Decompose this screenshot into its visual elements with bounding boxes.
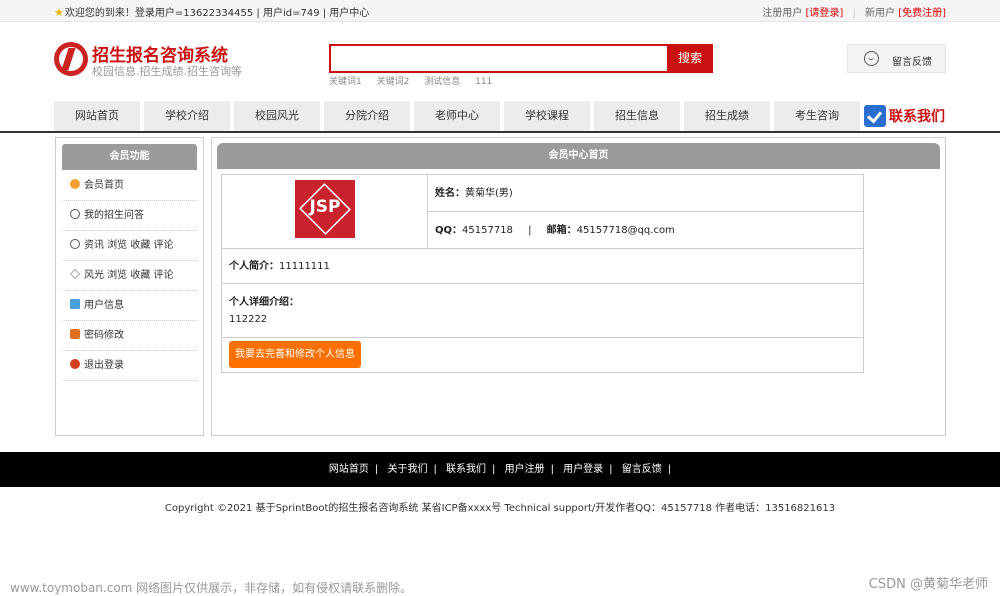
sidebar-item-change-password[interactable]: 密码修改 <box>62 321 197 351</box>
nav-item-courses[interactable]: 学校课程 <box>504 101 592 131</box>
sidebar-item-label: 密码修改 <box>84 330 124 341</box>
nav-item-admission-scores[interactable]: 招生成绩 <box>684 101 772 131</box>
clock-icon <box>70 209 80 219</box>
sidebar-item-news-activity[interactable]: 资讯 浏览 收藏 评论 <box>62 231 197 261</box>
detail-row: 个人详细介绍： 112222 <box>222 284 863 338</box>
sidebar-item-label: 我的招生问答 <box>84 210 144 221</box>
star-icon <box>70 269 80 279</box>
clock-icon <box>70 239 80 249</box>
lock-icon <box>70 329 80 339</box>
sidebar-item-label: 退出登录 <box>84 360 124 371</box>
divider: | <box>492 464 496 475</box>
hot-word[interactable]: 测试信息 <box>424 77 460 87</box>
nav-item-consult[interactable]: 考生咨询 <box>774 101 862 131</box>
nav-item-teachers[interactable]: 老师中心 <box>414 101 502 131</box>
contact-row: QQ：45157718 | 邮箱：45157718@qq.com <box>428 212 863 249</box>
hot-word[interactable]: 关键词1 <box>329 77 362 87</box>
account-links: 注册用户 [请登录] | 新用户 [免费注册] <box>762 4 946 19</box>
nav-item-school-intro[interactable]: 学校介绍 <box>144 101 232 131</box>
hot-word[interactable]: 111 <box>475 77 492 87</box>
divider: | <box>550 464 554 475</box>
search-button[interactable]: 搜索 <box>667 44 713 73</box>
new-user-prefix: 新用户 <box>865 8 895 19</box>
home-icon <box>70 179 80 189</box>
feedback-button[interactable]: 留言反馈 <box>847 44 946 73</box>
nav-item-campus-scenery[interactable]: 校园风光 <box>234 101 322 131</box>
footer-link-home[interactable]: 网站首页 <box>329 464 369 475</box>
sidebar-item-my-qa[interactable]: 我的招生问答 <box>62 201 197 231</box>
divider: | <box>528 225 532 236</box>
name-label: 姓名： <box>435 188 465 199</box>
site-subtitle: 校园信息.招生成绩.招生咨询等 <box>92 65 242 78</box>
panel-title: 会员中心首页 <box>217 143 940 169</box>
divider: | <box>609 464 613 475</box>
avatar: JSP <box>295 180 355 238</box>
footer-link-about[interactable]: 关于我们 <box>387 464 427 475</box>
login-link[interactable]: [请登录] <box>805 8 843 19</box>
footer-link-login[interactable]: 用户登录 <box>563 464 603 475</box>
footer-link-contact[interactable]: 联系我们 <box>446 464 486 475</box>
copyright-text: Copyright ©2021 基于SprintBoot的招生报名咨询系统 某省… <box>164 503 836 514</box>
power-icon <box>70 359 80 369</box>
sidebar-item-label: 资讯 浏览 收藏 评论 <box>84 240 174 251</box>
free-register-link[interactable]: [免费注册] <box>898 8 946 19</box>
sidebar-item-label: 会员首页 <box>84 180 124 191</box>
hot-word[interactable]: 关键词2 <box>377 77 410 87</box>
sidebar-item-scenery-activity[interactable]: 风光 浏览 收藏 评论 <box>62 261 197 291</box>
photo-cell: JSP <box>222 175 428 249</box>
member-sidebar: 会员功能 会员首页 我的招生问答 资讯 浏览 收藏 评论 风光 浏览 收藏 评论… <box>55 137 204 436</box>
member-main-panel: 会员中心首页 JSP 姓名：黄菊华(男) QQ：45157718 | 邮箱：45… <box>211 137 946 436</box>
welcome-text: 欢迎您的到来！登录用户=13622334455 | 用户id=749 | 用户中… <box>64 8 370 19</box>
footer-links: 网站首页 | 关于我们 | 联系我们 | 用户注册 | 用户登录 | 留言反馈 | <box>0 452 1000 487</box>
detail-value: 112222 <box>229 314 268 325</box>
watermark-right: CSDN @黄菊华老师 <box>868 577 988 592</box>
footer-link-register[interactable]: 用户注册 <box>505 464 545 475</box>
sidebar-item-logout[interactable]: 退出登录 <box>62 351 197 381</box>
footer-link-feedback[interactable]: 留言反馈 <box>622 464 662 475</box>
register-prefix: 注册用户 <box>762 8 803 19</box>
top-bar: ★欢迎您的到来！登录用户=13622334455 | 用户id=749 | 用户… <box>0 0 1000 22</box>
edit-profile-button[interactable]: 我要去完善和修改个人信息 <box>229 341 361 368</box>
nav-item-colleges[interactable]: 分院介绍 <box>324 101 412 131</box>
sidebar-item-label: 用户信息 <box>84 300 124 311</box>
contact-us-label: 联系我们 <box>889 109 945 125</box>
divider: | <box>667 464 672 475</box>
watermark-left: www.toymoban.com 网络图片仅供展示，非存储，如有侵权请联系删除。 <box>10 581 413 595</box>
intro-value: 11111111 <box>279 261 330 272</box>
name-value: 黄菊华(男) <box>465 188 513 199</box>
nav-item-home[interactable]: 网站首页 <box>54 101 142 131</box>
nav-item-admission-info[interactable]: 招生信息 <box>594 101 682 131</box>
sidebar-item-label: 风光 浏览 收藏 评论 <box>84 270 174 281</box>
nav-divider <box>0 131 1000 133</box>
search-box <box>329 44 669 73</box>
feedback-label: 留言反馈 <box>892 57 932 68</box>
document-icon <box>70 299 80 309</box>
qq-value: 45157718 <box>462 225 513 236</box>
main-nav: 网站首页 学校介绍 校园风光 分院介绍 老师中心 学校课程 招生信息 招生成绩 … <box>54 101 862 131</box>
logo-icon[interactable] <box>54 42 88 76</box>
sidebar-item-user-info[interactable]: 用户信息 <box>62 291 197 321</box>
intro-row: 个人简介：11111111 <box>222 249 863 284</box>
avatar-text: JSP <box>309 197 341 217</box>
divider: | <box>433 464 437 475</box>
hot-words: 关键词1 关键词2 测试信息 111 <box>329 74 504 87</box>
headset-icon <box>864 51 879 66</box>
search-input[interactable] <box>331 46 667 71</box>
name-row: 姓名：黄菊华(男) <box>428 175 863 212</box>
sidebar-item-member-home[interactable]: 会员首页 <box>62 171 197 201</box>
qq-label: QQ： <box>435 225 463 236</box>
star-icon: ★ <box>54 6 64 19</box>
check-icon <box>864 105 886 127</box>
email-value: 45157718@qq.com <box>576 225 675 236</box>
email-label: 邮箱： <box>546 225 577 236</box>
profile-table: JSP 姓名：黄菊华(男) QQ：45157718 | 邮箱：45157718@… <box>221 174 864 373</box>
intro-label: 个人简介： <box>229 261 279 272</box>
divider: | <box>852 8 856 19</box>
welcome-area: ★欢迎您的到来！登录用户=13622334455 | 用户id=749 | 用户… <box>54 4 369 19</box>
divider: | <box>374 464 379 475</box>
sidebar-title: 会员功能 <box>62 144 197 170</box>
detail-label: 个人详细介绍： <box>229 297 299 308</box>
